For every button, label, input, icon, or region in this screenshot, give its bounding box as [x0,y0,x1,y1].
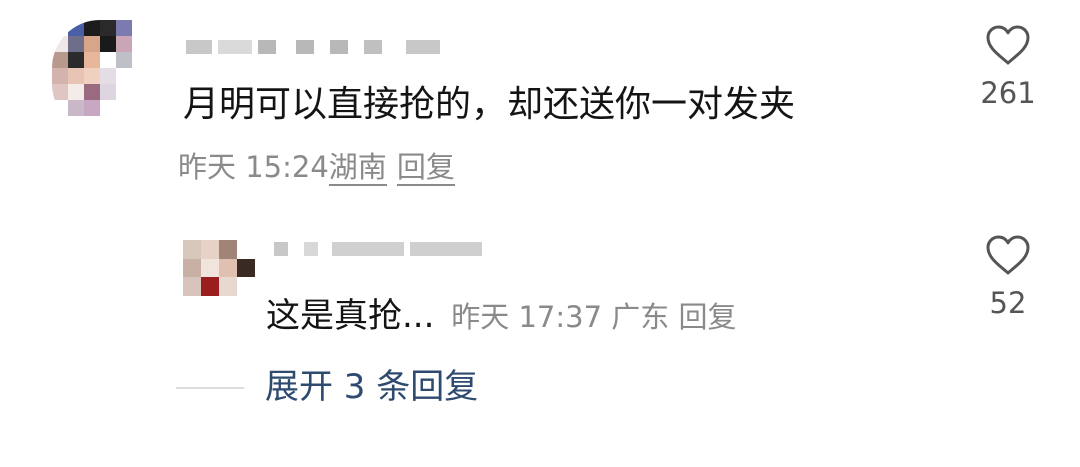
heart-outline-icon [986,235,1030,275]
divider [176,387,244,389]
avatar[interactable] [183,240,255,296]
reply-text-content: 这是真抢... [266,296,435,336]
comment-location: 湖南 [328,150,387,186]
reply-time: 昨天 17:37 [451,300,603,334]
comment-time: 昨天 15:24 [178,150,329,184]
avatar[interactable] [52,20,148,132]
reply-meta: 昨天 17:37 广东 回复 [451,300,736,334]
like-button[interactable]: 52 [973,234,1043,320]
reply-location: 广东 [611,300,670,334]
heart-outline-icon [986,25,1030,65]
username-blurred[interactable] [274,242,482,256]
reply-text: 这是真抢... 昨天 17:37 广东 回复 [266,295,737,337]
like-count: 261 [980,76,1036,110]
comment-meta: 昨天 15:24湖南 回复 [178,150,455,186]
reply-button[interactable]: 回复 [679,300,737,334]
expand-replies-button[interactable]: 展开 3 条回复 [265,366,478,408]
reply-button[interactable]: 回复 [396,150,455,186]
like-count: 52 [989,286,1027,320]
username-blurred[interactable] [186,40,440,54]
like-button[interactable]: 261 [973,24,1043,110]
comment-text: 月明可以直接抢的，却还送你一对发夹 [183,84,796,125]
